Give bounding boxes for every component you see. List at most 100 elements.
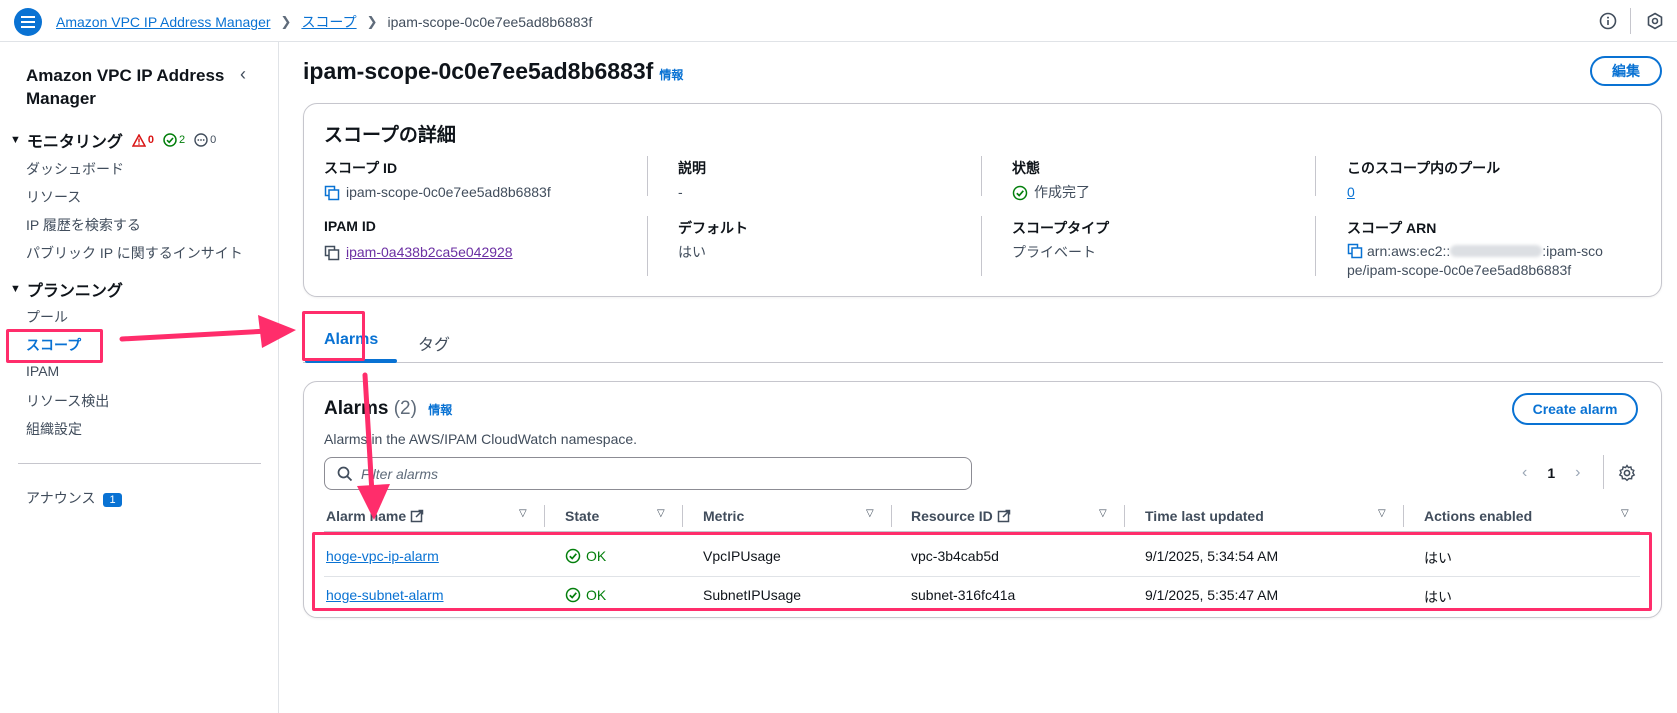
filter-alarms-input[interactable] xyxy=(361,465,921,482)
ipam-id-label: IPAM ID xyxy=(324,218,376,234)
highlight-box-alarm-rows xyxy=(312,532,1652,611)
pools-link[interactable]: 0 xyxy=(1347,183,1355,202)
scope-type-value: プライベート xyxy=(1012,244,1096,260)
settings-hexagon-icon[interactable] xyxy=(1646,12,1664,30)
gear-icon[interactable] xyxy=(1618,464,1636,482)
ipam-id-link[interactable]: ipam-0a438b2ca5e042928 xyxy=(346,243,513,262)
top-bar: Amazon VPC IP Address Manager ❯ スコープ ❯ i… xyxy=(0,0,1677,42)
scope-arn-field: スコープ ARN arn:aws:ec2:::ipam-sco pe/ipam-… xyxy=(1347,218,1637,280)
filter-alarms-search[interactable] xyxy=(324,457,972,490)
sort-down-icon[interactable]: ▽ xyxy=(1621,508,1629,519)
create-alarm-button[interactable]: Create alarm xyxy=(1512,393,1638,425)
column-divider xyxy=(682,505,683,527)
pools-field: このスコープ内のプール 0 xyxy=(1347,158,1500,202)
column-header-actions-enabled[interactable]: Actions enabled xyxy=(1424,508,1532,524)
section-planning[interactable]: ▼ プランニング xyxy=(10,277,123,301)
info-icon[interactable] xyxy=(1599,12,1617,30)
scope-arn-line2: pe/ipam-scope-0c0e7ee5ad8b6883f xyxy=(1347,262,1572,278)
section-monitoring[interactable]: ▼ モニタリング 0 2 0 xyxy=(10,128,216,152)
sort-down-icon[interactable]: ▽ xyxy=(1099,508,1107,519)
alarms-title: Alarms (2) 情報 xyxy=(324,398,452,420)
ok-count: 2 xyxy=(179,134,186,146)
column-divider xyxy=(891,505,892,527)
column-header-alarm-name[interactable]: Alarm name xyxy=(326,508,424,524)
ipam-id-field: IPAM ID ipam-0a438b2ca5e042928 xyxy=(324,218,513,262)
column-divider xyxy=(544,505,545,527)
scope-arn-suffix: :ipam-sco xyxy=(1542,243,1603,259)
breadcrumb-current: ipam-scope-0c0e7ee5ad8b6883f xyxy=(387,14,593,30)
breadcrumb: Amazon VPC IP Address Manager ❯ スコープ ❯ i… xyxy=(56,12,592,32)
scope-arn-prefix: arn:aws:ec2:: xyxy=(1367,243,1451,259)
column-header-time-last-updated[interactable]: Time last updated xyxy=(1145,508,1264,524)
page-number[interactable]: 1 xyxy=(1547,465,1555,481)
divider xyxy=(1315,156,1316,196)
sidebar-item-public-ip-insights[interactable]: パブリック IP に関するインサイト xyxy=(26,243,243,263)
description-value: - xyxy=(678,184,683,200)
sidebar-item-dashboard[interactable]: ダッシュボード xyxy=(26,159,124,179)
ok-status: 2 xyxy=(163,133,185,147)
check-circle-icon xyxy=(1012,185,1028,201)
column-divider xyxy=(1124,505,1125,527)
breadcrumb-ipam-link[interactable]: Amazon VPC IP Address Manager xyxy=(56,14,271,30)
tab-tags[interactable]: タグ xyxy=(418,331,450,355)
copy-icon[interactable] xyxy=(324,185,340,201)
info-link[interactable]: 情報 xyxy=(659,68,683,82)
sort-down-icon[interactable]: ▽ xyxy=(1378,508,1386,519)
state-field: 状態 作成完了 xyxy=(1012,158,1090,202)
alarms-info-link[interactable]: 情報 xyxy=(428,403,452,417)
sidebar-item-pools[interactable]: プール xyxy=(26,307,68,327)
divider xyxy=(1315,216,1316,276)
scope-arn-label: スコープ ARN xyxy=(1347,220,1437,236)
sort-down-icon[interactable]: ▽ xyxy=(657,508,665,519)
sidebar-item-ipam[interactable]: IPAM xyxy=(26,363,59,379)
alarms-title-text: Alarms xyxy=(324,398,389,419)
search-icon xyxy=(337,466,353,481)
column-resource-id-label: Resource ID xyxy=(911,508,993,524)
column-alarm-name-label: Alarm name xyxy=(326,508,407,524)
sidebar: Amazon VPC IP Address Manager ‹ ▼ モニタリング… xyxy=(0,42,279,713)
alarms-count: (2) xyxy=(393,398,417,419)
description-label: 説明 xyxy=(678,160,706,176)
sidebar-item-resource-discovery[interactable]: リソース検出 xyxy=(26,391,109,411)
page-title: ipam-scope-0c0e7ee5ad8b6883f 情報 xyxy=(303,58,683,85)
default-field: デフォルト はい xyxy=(678,218,748,262)
column-header-state[interactable]: State xyxy=(565,508,599,524)
sidebar-item-ip-history[interactable]: IP 履歴を検索する xyxy=(26,215,141,235)
sort-down-icon[interactable]: ▽ xyxy=(866,508,874,519)
sidebar-item-organization-settings[interactable]: 組織設定 xyxy=(26,419,82,439)
announcements-badge: 1 xyxy=(103,493,122,507)
column-header-metric[interactable]: Metric xyxy=(703,508,744,524)
description-field: 説明 - xyxy=(678,158,706,202)
sort-down-icon[interactable]: ▽ xyxy=(519,508,527,519)
breadcrumb-scopes-link[interactable]: スコープ xyxy=(301,12,356,32)
section-monitoring-label: モニタリング xyxy=(26,134,123,151)
chevron-right-icon: ❯ xyxy=(366,14,378,29)
sidebar-item-announcements[interactable]: アナウンス 1 xyxy=(26,488,122,508)
scope-type-field: スコープタイプ プライベート xyxy=(1012,218,1109,262)
ellipsis-circle-icon xyxy=(194,133,208,147)
scope-type-label: スコープタイプ xyxy=(1012,220,1110,236)
menu-icon[interactable] xyxy=(14,8,42,36)
column-divider xyxy=(1403,505,1404,527)
check-circle-icon xyxy=(163,133,177,147)
divider xyxy=(1630,8,1631,34)
chevron-left-icon[interactable]: ‹ xyxy=(1522,464,1527,482)
warning-icon xyxy=(131,133,146,147)
copy-icon[interactable] xyxy=(1347,243,1363,259)
details-title: スコープの詳細 xyxy=(324,125,456,146)
edit-button[interactable]: 編集 xyxy=(1590,56,1662,86)
caret-down-icon: ▼ xyxy=(10,134,21,146)
scope-id-field: スコープ ID ipam-scope-0c0e7ee5ad8b6883f xyxy=(324,158,551,202)
copy-icon[interactable] xyxy=(324,245,340,261)
announcements-label: アナウンス xyxy=(26,490,96,506)
alarms-description: Alarms in the AWS/IPAM CloudWatch namesp… xyxy=(324,431,638,447)
chevron-right-icon[interactable]: › xyxy=(1575,464,1580,482)
default-label: デフォルト xyxy=(678,220,748,236)
column-header-resource-id[interactable]: Resource ID xyxy=(911,508,1011,524)
page-title-text: ipam-scope-0c0e7ee5ad8b6883f xyxy=(303,58,654,84)
collapse-sidebar-icon[interactable]: ‹ xyxy=(240,64,246,85)
section-planning-label: プランニング xyxy=(26,283,123,300)
sidebar-item-resources[interactable]: リソース xyxy=(26,187,81,207)
divider xyxy=(647,216,648,276)
external-link-icon xyxy=(997,509,1010,523)
